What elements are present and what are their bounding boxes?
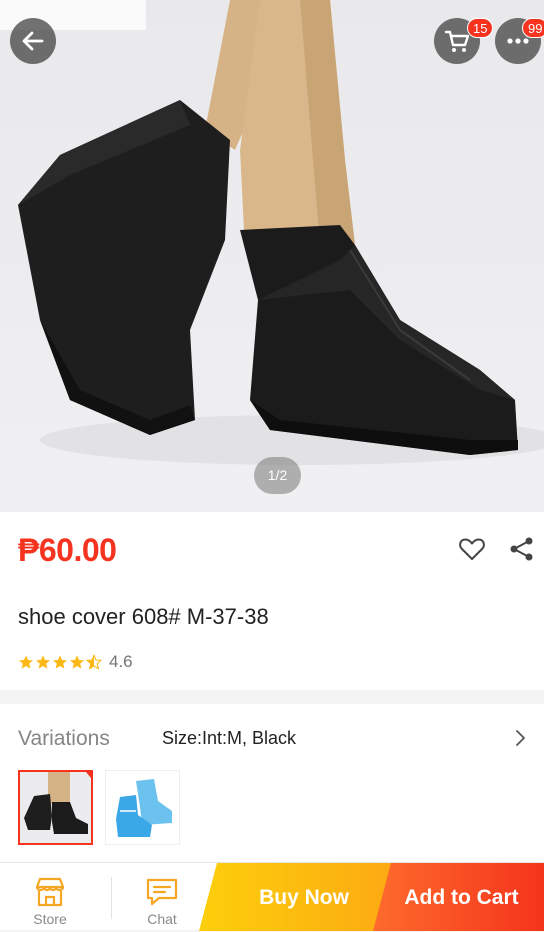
star-icon <box>19 655 33 669</box>
chat-button[interactable]: Chat <box>112 863 212 931</box>
star-icon <box>53 655 67 669</box>
chevron-right-icon[interactable] <box>510 728 530 748</box>
star-icon <box>36 655 50 669</box>
product-photo <box>18 0 544 465</box>
wishlist-button[interactable] <box>457 534 487 564</box>
notification-badge: 99 <box>522 18 544 38</box>
selected-variation: Size:Int:M, Black <box>162 728 297 748</box>
star-icon <box>70 655 84 669</box>
half-star-icon <box>86 654 102 670</box>
product-rating: 4.6 <box>18 652 133 672</box>
variation-thumbnail-blue[interactable] <box>105 770 180 845</box>
cart-count-badge: 15 <box>467 18 494 38</box>
chat-label: Chat <box>147 911 177 927</box>
store-button[interactable]: Store <box>0 863 100 931</box>
heart-icon <box>459 538 485 560</box>
rating-value: 4.6 <box>109 652 133 671</box>
rating-stars <box>18 654 102 670</box>
product-price: ₱60.00 <box>18 532 117 568</box>
arrow-left-icon <box>22 31 44 51</box>
more-dots-icon <box>507 38 529 44</box>
variations-section[interactable]: Variations Size:Int:M, Black <box>0 704 544 862</box>
image-pager: 1/2 <box>254 457 301 494</box>
blue-shoe-cover-image <box>106 771 179 844</box>
bottom-action-bar: Store Chat Buy Now Add to Cart <box>0 862 544 931</box>
variations-label: Variations <box>18 727 110 750</box>
product-title: shoe cover 608# M-37-38 <box>18 604 269 629</box>
back-button[interactable] <box>10 18 56 64</box>
variation-thumbnail-black[interactable] <box>18 770 93 845</box>
store-label: Store <box>33 911 67 927</box>
share-button[interactable] <box>507 534 537 564</box>
product-gallery[interactable]: 15 99 1/2 <box>0 0 544 512</box>
product-info: ₱60.00 shoe cover 608# M-37-38 4.6 <box>0 512 544 690</box>
black-shoe-cover-image <box>20 772 91 843</box>
share-icon <box>510 537 533 561</box>
add-to-cart-button[interactable]: Add to Cart <box>373 863 544 931</box>
chat-icon <box>146 878 178 906</box>
store-icon <box>35 877 65 907</box>
